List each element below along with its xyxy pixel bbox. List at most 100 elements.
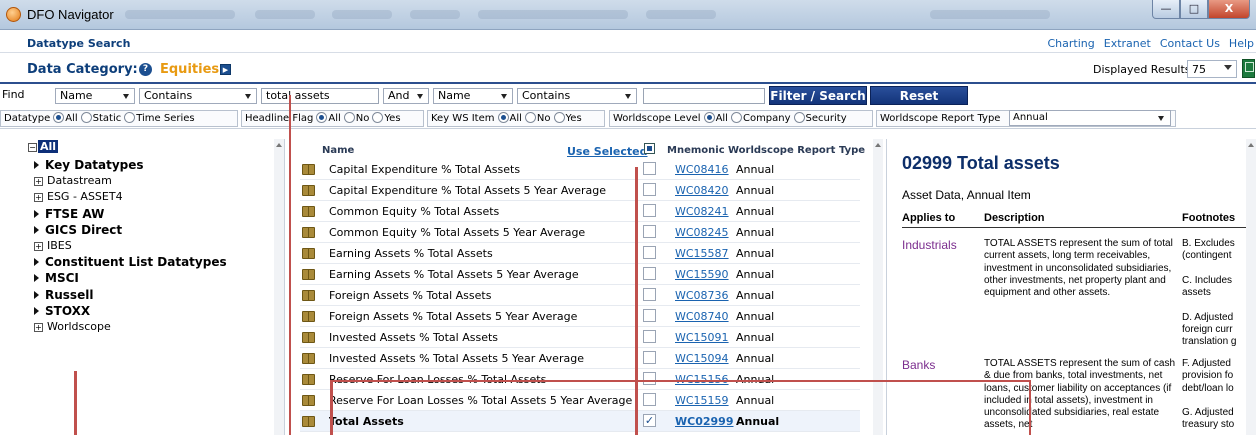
- keyws-all-radio[interactable]: [497, 112, 509, 123]
- headline-no-radio[interactable]: [343, 112, 355, 123]
- scroll-up-icon[interactable]: [1248, 143, 1254, 147]
- datatype-timeseries-radio[interactable]: [124, 112, 136, 123]
- book-icon[interactable]: [302, 164, 315, 175]
- tree-item[interactable]: MSCI: [34, 271, 79, 285]
- tree-scrollbar[interactable]: [274, 139, 284, 435]
- row-mnemonic-link[interactable]: WC08241: [675, 205, 729, 218]
- reset-button[interactable]: Reset: [870, 86, 968, 105]
- datatype-static-radio[interactable]: [80, 112, 92, 123]
- find-value-input-2[interactable]: [643, 88, 765, 104]
- book-icon[interactable]: [302, 227, 315, 238]
- keyws-yes-radio[interactable]: [553, 112, 565, 123]
- book-icon[interactable]: [302, 311, 315, 322]
- book-icon[interactable]: [302, 374, 315, 385]
- close-button[interactable]: X: [1208, 0, 1250, 19]
- row-checkbox[interactable]: ✓: [643, 414, 656, 427]
- row-mnemonic-link[interactable]: WC08245: [675, 226, 729, 239]
- datatype-all-radio[interactable]: [53, 112, 65, 123]
- scroll-up-icon[interactable]: [276, 143, 282, 147]
- expand-plus-icon[interactable]: +: [34, 177, 43, 187]
- row-checkbox[interactable]: [643, 204, 656, 217]
- charting-link[interactable]: Charting: [1048, 37, 1095, 50]
- contact-us-link[interactable]: Contact Us: [1160, 37, 1220, 50]
- report-type-select[interactable]: Annual: [1009, 110, 1171, 126]
- detail-scrollbar[interactable]: [1246, 139, 1256, 435]
- row-mnemonic-link[interactable]: WC15587: [675, 247, 729, 260]
- table-row[interactable]: Capital Expenditure % Total Assets WC0841…: [300, 159, 860, 180]
- tree-item[interactable]: GICS Direct: [34, 223, 122, 237]
- find-operator-select-2[interactable]: Contains: [517, 88, 637, 104]
- expand-plus-icon[interactable]: +: [34, 323, 43, 332]
- expand-arrow-icon[interactable]: [34, 306, 39, 315]
- tree-item[interactable]: + Worldscope: [34, 320, 111, 333]
- expand-arrow-icon[interactable]: [34, 290, 39, 299]
- tree-item[interactable]: + ESG - ASSET4: [34, 190, 123, 203]
- table-row[interactable]: Reserve For Loan Losses % Total Assets 5…: [300, 390, 860, 411]
- headline-all-radio[interactable]: [316, 112, 328, 123]
- minimize-button[interactable]: —: [1152, 0, 1180, 19]
- expand-arrow-icon[interactable]: [34, 161, 39, 169]
- data-category-value[interactable]: Equities: [160, 62, 219, 77]
- row-mnemonic-link[interactable]: WC15159: [675, 394, 729, 407]
- book-icon[interactable]: [302, 332, 315, 343]
- tree-item[interactable]: Key Datatypes: [34, 158, 144, 172]
- row-mnemonic-link[interactable]: WC08736: [675, 289, 729, 302]
- tree-item[interactable]: Russell: [34, 288, 93, 302]
- expand-arrow-icon[interactable]: [34, 258, 39, 267]
- tree-root[interactable]: − All: [28, 140, 59, 153]
- book-icon[interactable]: [302, 353, 315, 364]
- help-link[interactable]: Help: [1229, 37, 1254, 50]
- find-value-input-1[interactable]: total assets: [261, 88, 379, 104]
- table-row[interactable]: Invested Assets % Total Assets 5 Year Av…: [300, 348, 860, 369]
- row-mnemonic-link[interactable]: WC08740: [675, 310, 729, 323]
- tree-item[interactable]: + Datastream: [34, 174, 112, 187]
- table-row[interactable]: Common Equity % Total Assets WC08241 Annua…: [300, 201, 860, 222]
- row-mnemonic-link[interactable]: WC15094: [675, 352, 729, 365]
- col-header-mnemonic[interactable]: Mnemonic: [667, 145, 725, 156]
- category-expand-icon[interactable]: ▶: [220, 64, 231, 75]
- headline-yes-radio[interactable]: [372, 112, 384, 123]
- table-row[interactable]: Foreign Assets % Total Assets 5 Year Ave…: [300, 306, 860, 327]
- row-mnemonic-link[interactable]: WC08420: [675, 184, 729, 197]
- row-checkbox[interactable]: [643, 246, 656, 259]
- row-checkbox[interactable]: [643, 162, 656, 175]
- keyws-no-radio[interactable]: [524, 112, 536, 123]
- expand-arrow-icon[interactable]: [34, 209, 39, 218]
- table-row[interactable]: Total Assets ✓ WC02999 Annual: [300, 411, 860, 432]
- tree-item[interactable]: FTSE AW: [34, 207, 104, 221]
- book-icon[interactable]: [302, 269, 315, 280]
- row-checkbox[interactable]: [643, 288, 656, 301]
- book-icon[interactable]: [302, 185, 315, 196]
- level-all-radio[interactable]: [703, 112, 715, 123]
- row-checkbox[interactable]: [643, 330, 656, 343]
- tree-item[interactable]: Constituent List Datatypes: [34, 255, 227, 269]
- filter-search-button[interactable]: Filter / Search: [769, 86, 867, 105]
- find-connector-select[interactable]: And: [383, 88, 429, 104]
- row-checkbox[interactable]: [643, 267, 656, 280]
- help-icon[interactable]: ?: [139, 63, 152, 76]
- expand-plus-icon[interactable]: +: [34, 193, 43, 203]
- col-header-name[interactable]: Name: [322, 145, 354, 156]
- row-checkbox[interactable]: [643, 372, 656, 385]
- expand-arrow-icon[interactable]: [34, 225, 39, 234]
- row-checkbox[interactable]: [643, 309, 656, 322]
- table-row[interactable]: Earning Assets % Total Assets WC15587 Annu…: [300, 243, 860, 264]
- displayed-results-select[interactable]: 75: [1187, 60, 1237, 78]
- tree-item[interactable]: + IBES: [34, 239, 72, 252]
- row-mnemonic-link[interactable]: WC08416: [675, 163, 729, 176]
- find-field-select-2[interactable]: Name: [433, 88, 513, 104]
- level-company-radio[interactable]: [730, 112, 742, 123]
- table-row[interactable]: Foreign Assets % Total Assets WC08736 Annu…: [300, 285, 860, 306]
- collapse-icon[interactable]: −: [28, 143, 37, 152]
- book-icon[interactable]: [302, 416, 315, 427]
- level-security-radio[interactable]: [793, 112, 805, 123]
- use-selected-link[interactable]: Use Selected: [567, 145, 648, 158]
- row-mnemonic-link[interactable]: WC02999: [675, 415, 733, 428]
- table-row[interactable]: Common Equity % Total Assets 5 Year Aver…: [300, 222, 860, 243]
- row-checkbox[interactable]: [643, 225, 656, 238]
- table-row[interactable]: Invested Assets % Total Assets WC15091 Ann…: [300, 327, 860, 348]
- book-icon[interactable]: [302, 395, 315, 406]
- results-scrollbar[interactable]: [873, 139, 883, 435]
- expand-plus-icon[interactable]: +: [34, 242, 43, 251]
- table-row[interactable]: Capital Expenditure % Total Assets 5 Yea…: [300, 180, 860, 201]
